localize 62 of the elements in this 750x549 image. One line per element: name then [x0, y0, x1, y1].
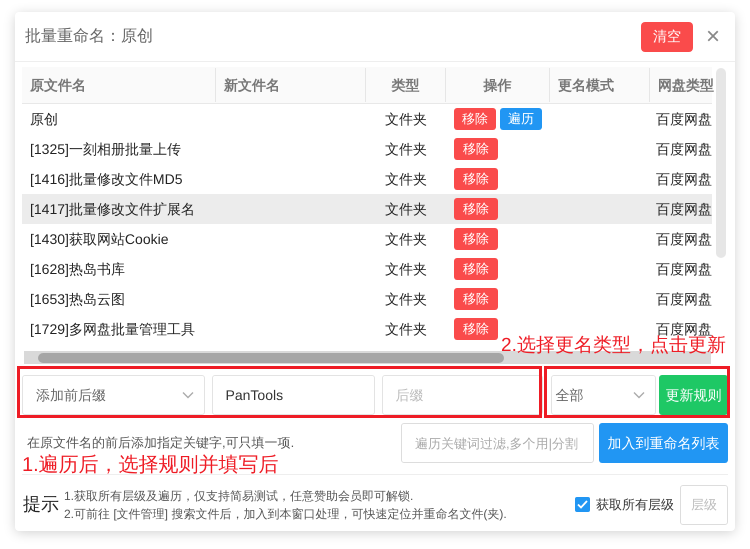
- table-cell-text: [1430]获取网站Cookie: [30, 230, 169, 249]
- table-cell-text: 原创: [30, 110, 58, 128]
- chevron-down-icon: [182, 391, 194, 399]
- suffix-field[interactable]: 后缀: [382, 375, 542, 415]
- table-cell-text: 文件夹: [385, 230, 427, 248]
- remove-button[interactable]: 移除: [454, 168, 498, 190]
- remove-button[interactable]: 移除: [454, 288, 498, 310]
- table-cell-text: [1653]热岛云图: [30, 290, 125, 309]
- dialog-title: 批量重命名：原创: [25, 26, 154, 46]
- chevron-down-icon: [632, 391, 645, 399]
- table-cell-text: [1729]多网盘批量管理工具: [30, 320, 195, 339]
- update-rule-button[interactable]: 更新规则: [658, 375, 728, 415]
- table-cell-text: 百度网盘: [656, 110, 712, 128]
- add-to-list-button[interactable]: 加入到重命名列表: [599, 423, 728, 463]
- prefix-field[interactable]: PanTools: [212, 375, 374, 415]
- table-cell-text: 百度网盘: [656, 320, 712, 336]
- clear-button[interactable]: 清空: [641, 22, 693, 52]
- traverse-button[interactable]: 遍历: [500, 108, 542, 130]
- table-cell-text: 百度网盘: [656, 170, 712, 188]
- table-cell-text: 文件夹: [385, 200, 427, 218]
- remove-button[interactable]: 移除: [454, 138, 498, 160]
- column-header: 类型: [366, 68, 446, 102]
- table-cell-text: 百度网盘: [656, 290, 712, 308]
- checkbox-label: 获取所有层级: [596, 496, 674, 514]
- close-button[interactable]: ×: [703, 24, 723, 48]
- table-cell-text: [1416]批量修改文件MD5: [30, 170, 182, 189]
- table-cell-text: 百度网盘: [656, 140, 712, 158]
- annotation-text: 2.选择更名类型，点击更新: [501, 336, 726, 356]
- annotation-text: 1.遍历后，选择规则并填写后: [22, 454, 279, 476]
- table-cell-text: [1325]一刻相册批量上传: [30, 140, 181, 159]
- table-cell-text: 百度网盘: [656, 200, 712, 218]
- column-header: 新文件名: [216, 68, 366, 102]
- remove-button[interactable]: 移除: [454, 108, 496, 130]
- rule-select[interactable]: 添加前后缀: [22, 375, 204, 415]
- remove-button[interactable]: 移除: [454, 318, 498, 340]
- checkbox[interactable]: [575, 497, 590, 512]
- tips-label: 提示: [22, 493, 60, 516]
- table-cell-text: 文件夹: [385, 290, 427, 308]
- scope-select[interactable]: 全部: [550, 375, 656, 415]
- table-cell-text: 文件夹: [385, 320, 427, 338]
- table-cell-text: 百度网盘: [656, 260, 712, 278]
- table-cell-text: [1628]热岛书库: [30, 260, 125, 279]
- column-header: 网盘类型: [657, 76, 712, 94]
- remove-button[interactable]: 移除: [454, 258, 498, 280]
- remove-button[interactable]: 移除: [454, 228, 498, 250]
- table-cell-text: 百度网盘: [656, 230, 712, 248]
- remove-button[interactable]: 移除: [454, 198, 498, 220]
- level-button[interactable]: 层级: [680, 484, 728, 524]
- scrollbar-thumb[interactable]: [716, 68, 726, 258]
- scrollbar-thumb[interactable]: [38, 352, 504, 362]
- table-cell-text: 文件夹: [385, 140, 427, 158]
- tip-text: 2.可前往 [文件管理] 搜索文件后，加入到本窗口处理，可快速定位并重命名文件(夹).: [64, 506, 508, 522]
- table-cell-text: 文件夹: [385, 260, 427, 278]
- hint-text: 在原文件名的前后添加指定关键字,可只填一项.: [26, 434, 296, 452]
- filter-field[interactable]: 遍历关键词过滤,多个用|分割: [401, 423, 594, 463]
- column-header: 操作: [446, 68, 550, 102]
- column-header: 更名模式: [550, 68, 650, 102]
- tip-text: 1.获取所有层级及遍历，仅支持简易测试，任意赞助会员即可解锁.: [64, 488, 414, 504]
- column-header: 原文件名: [22, 68, 216, 102]
- table-cell-text: 文件夹: [385, 110, 427, 128]
- table-cell-text: [1417]批量修改文件扩展名: [30, 200, 195, 219]
- table-cell-text: 文件夹: [385, 170, 427, 188]
